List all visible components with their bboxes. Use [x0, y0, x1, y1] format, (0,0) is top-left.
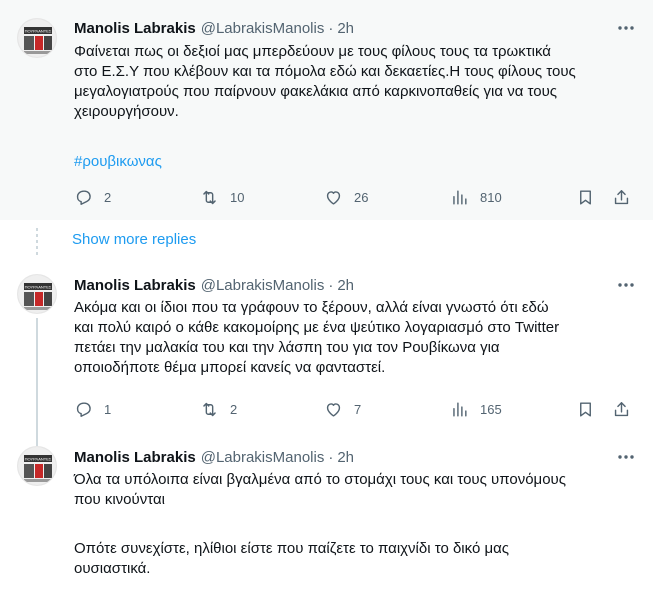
view-count: 810 [480, 189, 502, 205]
view-count: 165 [480, 401, 502, 417]
tweet-header: Manolis Labrakis @LabrakisManolis · 2h [74, 274, 637, 296]
analytics-icon [453, 189, 467, 205]
tweet-text-line: και πολύ καιρό ο κάθε κακομοίρης με ένα … [74, 319, 560, 336]
author-name[interactable]: Manolis Labrakis [74, 20, 196, 37]
thread-line [36, 434, 38, 446]
avatar[interactable]: ΠΟΥΡΛΑΝΤΕΣ [17, 274, 57, 314]
share-button[interactable] [612, 398, 631, 420]
heart-icon [326, 402, 341, 417]
tweet-text-line: ουσιαστικά. [74, 560, 151, 577]
more-options-icon[interactable] [615, 17, 637, 39]
bookmark-button[interactable] [576, 186, 595, 208]
tweet-text-line: Οπότε συνεχίστε, ηλίθιοι είστε που παίζε… [74, 540, 509, 557]
tweet-text: Όλα τα υπόλοιπα είναι βγαλμένα από το στ… [74, 470, 640, 579]
bookmark-button[interactable] [576, 398, 595, 420]
more-options-icon[interactable] [615, 446, 637, 468]
author-handle[interactable]: @LabrakisManolis [201, 277, 325, 294]
like-count: 7 [354, 401, 362, 417]
timestamp[interactable]: 2h [337, 20, 354, 37]
more-options-icon[interactable] [615, 274, 637, 296]
tweet-actions: 2 10 26 810 [74, 186, 636, 208]
show-more-replies-link[interactable]: Show more replies [72, 231, 196, 248]
share-icon [614, 189, 629, 204]
timestamp[interactable]: 2h [337, 277, 354, 294]
tweet[interactable]: ΠΟΥΡΛΑΝΤΕΣ Manolis Labrakis @LabrakisMan… [0, 262, 653, 434]
separator-dot: · [328, 448, 334, 466]
tweet-text-line: Ακόμα και οι ίδιοι που τα γράφουν το ξέρ… [74, 299, 549, 316]
author-handle[interactable]: @LabrakisManolis [201, 20, 325, 37]
tweet-text: Ακόμα και οι ίδιοι που τα γράφουν το ξέρ… [74, 298, 640, 378]
tweet-text-line: Φαίνεται πως οι δεξιοί μας μπερδεύουν με… [74, 43, 551, 60]
tweet-header: Manolis Labrakis @LabrakisManolis · 2h [74, 17, 637, 39]
svg-text:ΠΟΥΡΛΑΝΤΕΣ: ΠΟΥΡΛΑΝΤΕΣ [25, 457, 52, 462]
retweet-count: 10 [230, 189, 245, 205]
separator-dot: · [328, 276, 334, 294]
tweet-text-line: οποιοδήποτε θέμα μπορεί κανείς να φαντασ… [74, 359, 386, 376]
reply-icon [76, 401, 91, 417]
tweet-text: Φαίνεται πως οι δεξιοί μας μπερδεύουν με… [74, 42, 640, 122]
reply-button[interactable]: 1 [74, 398, 111, 420]
retweet-button[interactable]: 10 [200, 186, 244, 208]
author-name[interactable]: Manolis Labrakis [74, 449, 196, 466]
tweet-text-line: μεγαλογιατρούς που παίρνουν φακελάκια απ… [74, 83, 558, 100]
reply-count: 1 [104, 401, 112, 417]
svg-text:ΠΟΥΡΛΑΝΤΕΣ: ΠΟΥΡΛΑΝΤΕΣ [25, 285, 52, 290]
like-count: 26 [354, 189, 369, 205]
author-name[interactable]: Manolis Labrakis [74, 277, 196, 294]
retweet-icon [203, 402, 216, 416]
retweet-icon [203, 190, 216, 204]
tweet[interactable]: ΠΟΥΡΛΑΝΤΕΣ Manolis Labrakis @LabrakisMan… [0, 0, 653, 220]
retweet-count: 2 [230, 401, 238, 417]
svg-text:ΠΟΥΡΛΑΝΤΕΣ: ΠΟΥΡΛΑΝΤΕΣ [25, 29, 52, 34]
like-button[interactable]: 7 [324, 398, 361, 420]
tweet-header: Manolis Labrakis @LabrakisManolis · 2h [74, 446, 637, 468]
hashtag-link[interactable]: #ρουβικωνας [74, 152, 640, 172]
thread-connector-dotted [36, 228, 38, 256]
like-button[interactable]: 26 [324, 186, 368, 208]
reply-icon [76, 189, 91, 205]
views-button[interactable]: 165 [450, 398, 502, 420]
tweet-text-blank-line [74, 510, 640, 530]
author-handle[interactable]: @LabrakisManolis [201, 449, 325, 466]
avatar[interactable]: ΠΟΥΡΛΑΝΤΕΣ [17, 18, 57, 58]
share-icon [614, 401, 629, 416]
avatar[interactable]: ΠΟΥΡΛΑΝΤΕΣ [17, 446, 57, 486]
reply-button[interactable]: 2 [74, 186, 111, 208]
timestamp[interactable]: 2h [337, 449, 354, 466]
tweet-text-line: Όλα τα υπόλοιπα είναι βγαλμένα από το στ… [74, 471, 566, 488]
bookmark-icon [580, 401, 591, 417]
thread-line [36, 318, 38, 434]
tweet-text-line: στο Ε.Σ.Υ που κλέβουν και τα πόμολα εδώ … [74, 63, 576, 80]
show-more-replies-row: Show more replies [0, 220, 653, 262]
tweet-actions: 1 2 7 165 [74, 398, 636, 420]
analytics-icon [453, 401, 467, 417]
bookmark-icon [580, 189, 591, 205]
tweet[interactable]: ΠΟΥΡΛΑΝΤΕΣ Manolis Labrakis @LabrakisMan… [0, 434, 653, 589]
share-button[interactable] [612, 186, 631, 208]
retweet-button[interactable]: 2 [200, 398, 237, 420]
reply-count: 2 [104, 189, 112, 205]
tweet-text-line: που κινούνται [74, 491, 165, 508]
tweet-text-line: πετάει την μαλακία του και την λάσπη του… [74, 339, 500, 356]
views-button[interactable]: 810 [450, 186, 502, 208]
heart-icon [326, 190, 341, 205]
separator-dot: · [328, 19, 334, 37]
tweet-text-line: χειρουργήσουν. [74, 103, 179, 120]
